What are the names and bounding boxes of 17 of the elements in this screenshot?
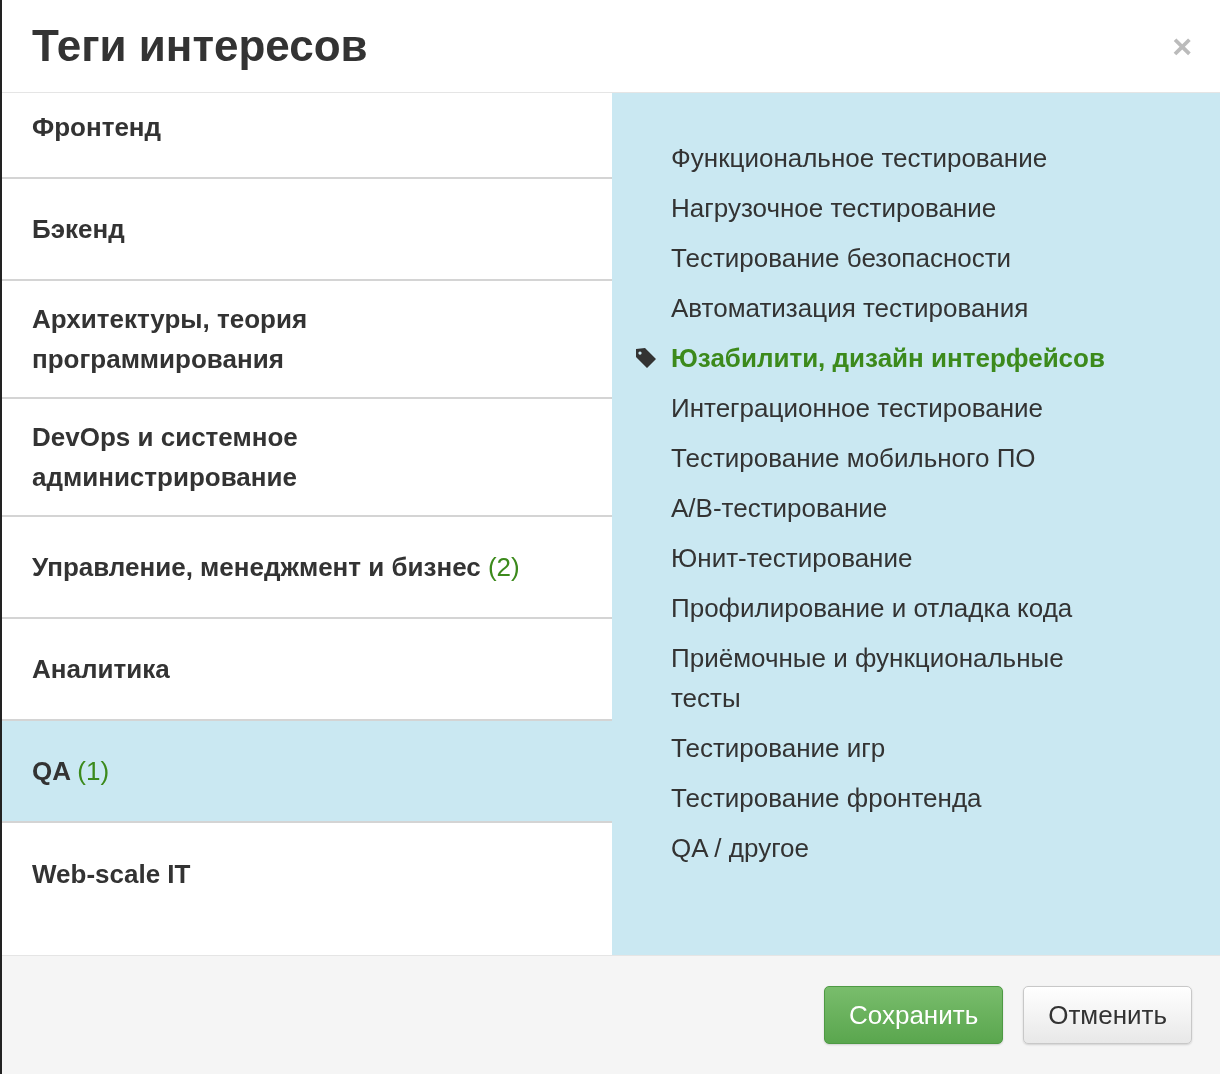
tag-item[interactable]: Автоматизация тестирования [671,288,1029,328]
tag-item[interactable]: A/B-тестирование [671,488,888,528]
tag-item[interactable]: Профилирование и отладка кода [671,588,1073,628]
tag-item[interactable]: Приёмочные и функциональные тесты [671,638,1128,718]
tag-icon [634,346,658,370]
tag-item[interactable]: Тестирование игр [671,728,886,768]
tag-item[interactable]: Тестирование безопасности [671,238,1012,278]
category-item[interactable]: QA (1) [2,721,612,823]
tag-item[interactable]: Тестирование мобильного ПО [671,438,1036,478]
tag-item[interactable]: Нагрузочное тестирование [671,188,997,228]
dialog-title: Теги интересов [32,21,368,71]
cancel-button[interactable]: Отменить [1023,986,1192,1044]
tag-item[interactable]: Тестирование фронтенда [671,778,982,818]
tag-item[interactable]: Функциональное тестирование [671,138,1048,178]
tag-item[interactable]: QA / другое [671,828,809,868]
tag-item[interactable]: Интеграционное тестирование [671,388,1043,428]
tag-item[interactable]: Юнит-тестирование [671,538,913,578]
